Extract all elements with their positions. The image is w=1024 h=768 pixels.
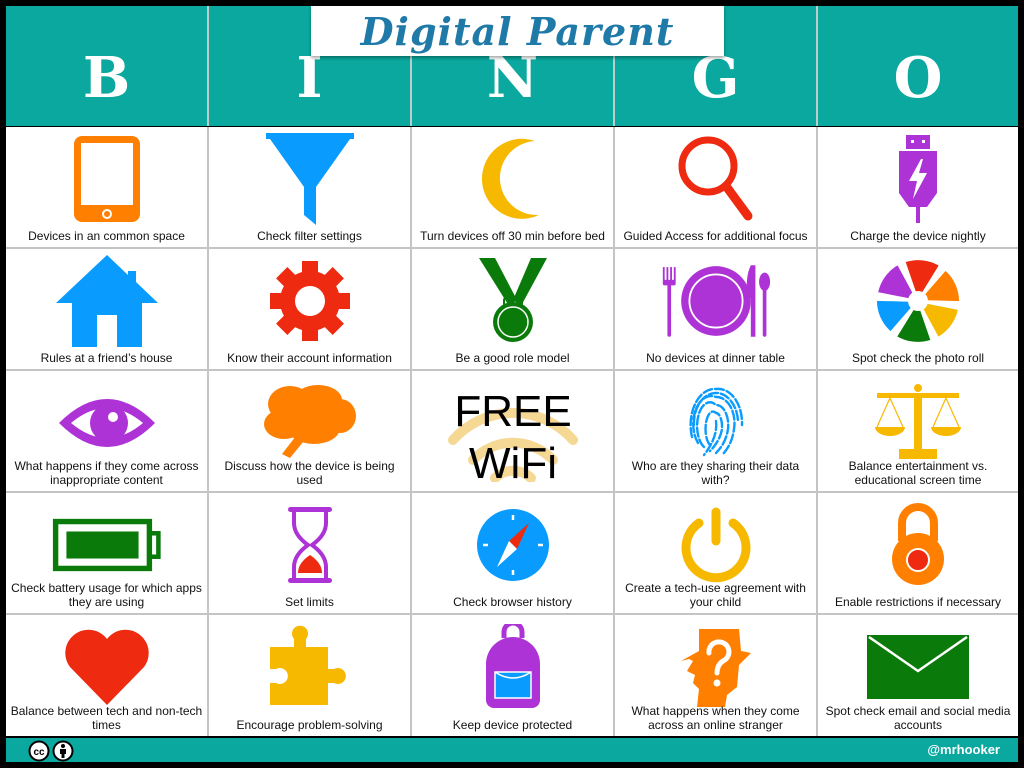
gear-icon bbox=[255, 255, 365, 347]
cell-label: Devices in an common space bbox=[28, 229, 185, 243]
bingo-cell[interactable]: Spot check email and social media accoun… bbox=[818, 615, 1018, 736]
tablet-icon bbox=[52, 133, 162, 225]
creative-commons-icon: cc bbox=[28, 740, 50, 762]
cell-label: Discuss how the device is being used bbox=[224, 459, 395, 487]
cell-label: Spot check the photo roll bbox=[851, 351, 985, 365]
puzzle-piece-icon bbox=[255, 621, 365, 713]
bingo-cell[interactable]: Enable restrictions if necessary bbox=[818, 493, 1018, 613]
battery-icon bbox=[52, 499, 162, 591]
author-handle: @mrhooker bbox=[927, 742, 1000, 757]
fingerprint-icon bbox=[661, 377, 771, 469]
bingo-cell[interactable]: Rules at a friend’s house bbox=[6, 249, 207, 369]
free-text: FREE bbox=[454, 387, 571, 436]
cell-label: Turn devices off 30 min before bed bbox=[420, 229, 605, 243]
bingo-cell[interactable]: Balance between tech and non-tech times bbox=[6, 615, 207, 736]
bingo-cell[interactable]: Check filter settings bbox=[209, 127, 410, 247]
crescent-moon-icon bbox=[458, 133, 568, 225]
cell-label: What happens if they come across inappro… bbox=[14, 459, 199, 487]
header-letter: N bbox=[486, 45, 539, 111]
cell-label: Balance entertainment vs. educational sc… bbox=[848, 459, 988, 487]
cell-label: Be a good role model bbox=[455, 351, 570, 365]
attribution-icon bbox=[52, 740, 74, 762]
bingo-board: Digital Parent B I N G O Devices in an c… bbox=[6, 6, 1018, 762]
cell-label: Check browser history bbox=[453, 595, 572, 609]
hourglass-icon bbox=[255, 499, 365, 591]
footer-bar: cc @mrhooker bbox=[6, 738, 1018, 762]
plate-utensils-icon bbox=[661, 255, 771, 347]
cell-label: Keep device protected bbox=[452, 718, 573, 732]
bingo-cell[interactable]: Charge the device nightly bbox=[818, 127, 1018, 247]
bingo-grid: Devices in an common space Check filter … bbox=[6, 127, 1018, 736]
balance-scale-icon bbox=[863, 377, 973, 469]
house-icon bbox=[52, 255, 162, 347]
bingo-cell[interactable]: What happens when they come across an on… bbox=[615, 615, 816, 736]
cell-label: What happens when they come across an on… bbox=[631, 704, 800, 732]
cell-label: Guided Access for additional focus bbox=[623, 229, 808, 243]
backpack-icon bbox=[458, 621, 568, 713]
bingo-cell[interactable]: Who are they sharing their data with? bbox=[615, 371, 816, 491]
free-wifi-space: FREE WiFi bbox=[412, 377, 613, 487]
funnel-filter-icon bbox=[255, 133, 365, 225]
usb-charge-icon bbox=[863, 133, 973, 225]
cell-label: Balance between tech and non-tech times bbox=[10, 704, 203, 732]
bingo-cell[interactable]: Know their account information bbox=[209, 249, 410, 369]
cell-label: Create a tech-use agreement with your ch… bbox=[625, 581, 806, 609]
wifi-text: WiFi bbox=[469, 439, 557, 482]
padlock-icon bbox=[863, 499, 973, 591]
bingo-cell[interactable]: Create a tech-use agreement with your ch… bbox=[615, 493, 816, 613]
cell-label: Enable restrictions if necessary bbox=[834, 595, 1002, 609]
cell-label: Check battery usage for which apps they … bbox=[11, 581, 202, 609]
cell-label: Rules at a friend’s house bbox=[40, 351, 173, 365]
eye-icon bbox=[52, 377, 162, 469]
bingo-cell[interactable]: Devices in an common space bbox=[6, 127, 207, 247]
license-badges[interactable]: cc bbox=[28, 740, 74, 762]
bingo-cell[interactable]: No devices at dinner table bbox=[615, 249, 816, 369]
medal-icon bbox=[458, 255, 568, 347]
bingo-cell[interactable]: Balance entertainment vs. educational sc… bbox=[818, 371, 1018, 491]
bingo-cell[interactable]: Guided Access for additional focus bbox=[615, 127, 816, 247]
bingo-cell[interactable]: Spot check the photo roll bbox=[818, 249, 1018, 369]
bingo-cell[interactable]: Encourage problem-solving bbox=[209, 615, 410, 736]
cell-label: Charge the device nightly bbox=[850, 229, 986, 243]
header-col-o: O bbox=[818, 6, 1018, 126]
bingo-cell[interactable]: Turn devices off 30 min before bed bbox=[412, 127, 613, 247]
cell-label: Who are they sharing their data with? bbox=[631, 459, 800, 487]
bingo-cell[interactable]: Check battery usage for which apps they … bbox=[6, 493, 207, 613]
cell-label: Encourage problem-solving bbox=[236, 718, 383, 732]
cell-label: No devices at dinner table bbox=[646, 351, 785, 365]
svg-text:cc: cc bbox=[33, 747, 45, 758]
compass-icon bbox=[458, 499, 568, 591]
bingo-cell[interactable]: Discuss how the device is being used bbox=[209, 371, 410, 491]
bingo-cell[interactable]: Check browser history bbox=[412, 493, 613, 613]
page-title: Digital Parent bbox=[360, 8, 675, 54]
title-banner: Digital Parent bbox=[311, 6, 724, 56]
magnifying-glass-icon bbox=[661, 133, 771, 225]
cell-label: Know their account information bbox=[227, 351, 392, 365]
free-space-cell[interactable]: FREE WiFi bbox=[412, 371, 613, 491]
header-letter: O bbox=[893, 45, 943, 111]
bingo-cell[interactable]: Be a good role model bbox=[412, 249, 613, 369]
stranger-question-icon bbox=[661, 621, 771, 713]
header-letter: I bbox=[296, 45, 323, 111]
brain-icon bbox=[255, 377, 365, 469]
bingo-cell[interactable]: Set limits bbox=[209, 493, 410, 613]
power-icon bbox=[661, 499, 771, 591]
bingo-cell[interactable]: What happens if they come across inappro… bbox=[6, 371, 207, 491]
header-col-b: B bbox=[6, 6, 209, 126]
cell-label: Check filter settings bbox=[257, 229, 362, 243]
heart-icon bbox=[52, 621, 162, 713]
camera-aperture-icon bbox=[863, 255, 973, 347]
bingo-cell[interactable]: Keep device protected bbox=[412, 615, 613, 736]
cell-label: Set limits bbox=[285, 595, 334, 609]
header-letter: G bbox=[691, 45, 740, 111]
header-letter: B bbox=[82, 45, 131, 111]
cell-label: Spot check email and social media accoun… bbox=[825, 704, 1011, 732]
envelope-icon bbox=[863, 621, 973, 713]
